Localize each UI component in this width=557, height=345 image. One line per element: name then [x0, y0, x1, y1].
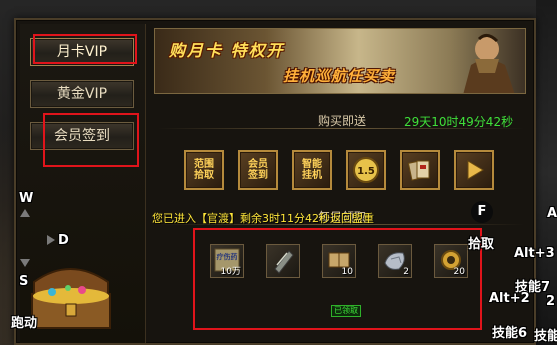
skill6-label: 技能6 — [492, 326, 528, 341]
perk-range-pickup[interactable]: 范围拾取 — [184, 150, 224, 190]
key-s-label: S — [19, 274, 29, 289]
clock-bonus-icon: 1.5 — [353, 157, 379, 183]
banner-subtitle: 挂机巡航任买卖 — [283, 67, 396, 85]
map-notice: 您已进入【官渡】剩余3时11分42秒返回盟重 — [152, 212, 374, 225]
menu-gold-vip[interactable]: 黄金VIP — [30, 80, 134, 108]
key-w-label: W — [19, 191, 34, 206]
vip-content: 购月卡 特权开 挂机巡航任买卖 购买即送 29天10时49分42秒 范围拾取 会… — [152, 24, 532, 343]
reward-qty: 20 — [453, 267, 465, 277]
pickup-label: 拾取 — [468, 237, 495, 252]
perk-play[interactable] — [454, 150, 494, 190]
cards-icon — [407, 160, 430, 181]
reward-slot-ore[interactable]: 2 — [378, 244, 412, 278]
reward-slot-potion[interactable]: 疗伤药 10万 — [210, 244, 244, 278]
key-a-partial-label: A — [547, 206, 557, 221]
key-f-button[interactable]: F — [471, 201, 493, 223]
alt3-label: Alt+3 — [514, 246, 555, 261]
scroll-icon — [274, 250, 294, 274]
play-triangle-icon — [467, 160, 484, 180]
divider — [158, 128, 524, 129]
skill-partial-label: 技能 — [534, 329, 557, 344]
svg-text:1.5: 1.5 — [357, 166, 375, 177]
alt2-label: Alt+2 — [489, 291, 530, 306]
reward-slot-gear[interactable]: 20 — [434, 244, 468, 278]
menu-monthly-vip[interactable]: 月卡VIP — [30, 38, 134, 66]
reward-qty: 10 — [341, 267, 353, 277]
reward-qty: 2 — [403, 267, 409, 277]
warrior-portrait-icon — [463, 34, 515, 93]
claimed-badge: 已领取 — [331, 305, 361, 317]
monthly-card-banner: 购月卡 特权开 挂机巡航任买卖 — [154, 28, 526, 94]
slot-2-label: 2 — [546, 294, 556, 309]
banner-title: 购月卡 特权开 — [169, 41, 285, 60]
run-label: 跑动 — [11, 316, 38, 331]
reward-slot-scroll[interactable] — [266, 244, 300, 278]
svg-text:疗伤药: 疗伤药 — [217, 252, 238, 261]
perk-exp-multiplier[interactable]: 1.5 — [346, 150, 386, 190]
daily-reward-grid: 疗伤药 10万 10 2 20 — [210, 244, 468, 284]
perk-member-checkin[interactable]: 会员签到 — [238, 150, 278, 190]
menu-member-checkin[interactable]: 会员签到 — [30, 122, 134, 150]
key-d-label: D — [58, 233, 69, 248]
perk-row: 范围拾取 会员签到 智能挂机 1.5 — [164, 150, 524, 198]
perk-auto-hunt[interactable]: 智能挂机 — [292, 150, 332, 190]
arrow-up-icon — [20, 209, 30, 217]
arrow-right-icon — [47, 235, 55, 245]
reward-qty: 10万 — [220, 267, 241, 277]
arrow-down-icon — [20, 259, 30, 267]
perk-cards[interactable] — [400, 150, 440, 190]
reward-slot-book[interactable]: 10 — [322, 244, 356, 278]
